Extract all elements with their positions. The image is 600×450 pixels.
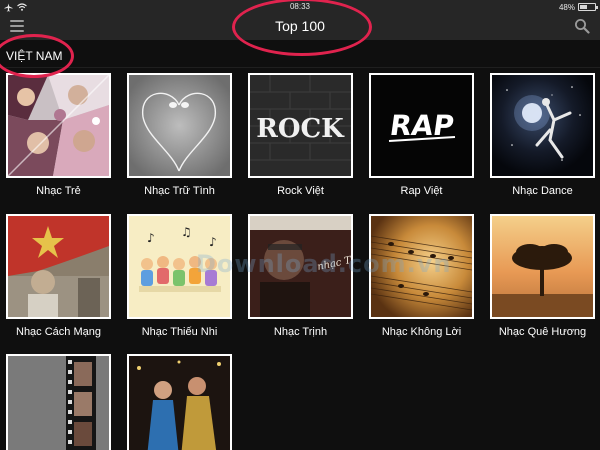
flag-portrait-image: [8, 216, 109, 317]
rap-graffiti-image: RAP: [371, 75, 472, 176]
genre-tile-nhac-trinh[interactable]: nhạc Trịnh Nhạc Trịnh: [248, 214, 353, 338]
genre-label: Nhạc Không Lời: [381, 326, 462, 338]
battery-percent: 48%: [558, 2, 575, 12]
highlight-circle-title: [232, 0, 372, 56]
earphones-heart-image: [129, 75, 230, 176]
genre-tile-nhac-cach-mang[interactable]: Nhạc Cách Mạng: [6, 214, 111, 338]
kids-singing-image: ♪ ♫ ♪: [129, 216, 230, 317]
genre-label: Rap Việt: [400, 185, 443, 197]
genre-tile-stage[interactable]: [127, 354, 232, 450]
genre-label: Nhạc Trữ Tình: [144, 185, 215, 197]
genre-cover: ROCK: [248, 73, 353, 178]
svg-text:ROCK: ROCK: [256, 114, 345, 144]
genre-cover: [490, 214, 595, 319]
tree-sunset-image: [492, 216, 593, 317]
film-strip-image: [8, 356, 109, 450]
battery-level: [580, 5, 587, 9]
genre-tile-nhac-khong-loi[interactable]: Nhạc Không Lời: [369, 214, 474, 338]
genre-cover: ♪ ♫ ♪: [127, 214, 232, 319]
genre-cover: [490, 73, 595, 178]
svg-text:♫: ♫: [181, 225, 192, 239]
genre-label: Nhạc Quê Hương: [498, 326, 587, 338]
genre-tile-nhac-que-huong[interactable]: Nhạc Quê Hương: [490, 214, 595, 338]
collage-image: [8, 75, 109, 176]
rock-brick-wall-image: ROCK: [250, 75, 351, 176]
highlight-circle-section: [0, 34, 74, 78]
genre-label: Nhạc Dance: [512, 185, 573, 197]
genre-cover: [6, 354, 111, 450]
genre-label: Rock Việt: [277, 185, 324, 197]
genre-cover: [6, 214, 111, 319]
genre-tile-rap-viet[interactable]: RAP Rap Việt: [369, 73, 474, 197]
section-divider: [0, 67, 600, 68]
genre-tile-film[interactable]: [6, 354, 111, 450]
genre-label: Nhạc Cách Mạng: [16, 326, 101, 338]
dancer-image: [492, 75, 593, 176]
genre-tile-nhac-tre[interactable]: Nhạc Trẻ: [6, 73, 111, 197]
genre-tile-nhac-dance[interactable]: Nhạc Dance: [490, 73, 595, 197]
status-right: 48%: [558, 1, 598, 13]
genre-cover: [369, 214, 474, 319]
genre-label: Nhạc Trịnh: [273, 326, 328, 338]
genre-cover: nhạc Trịnh: [248, 214, 353, 319]
genre-cover: RAP: [369, 73, 474, 178]
svg-text:♪: ♪: [147, 231, 155, 245]
genre-label: Nhạc Thiếu Nhi: [141, 326, 218, 338]
genre-cover: [127, 354, 232, 450]
search-icon[interactable]: [574, 18, 590, 34]
stage-performers-image: [129, 356, 230, 450]
sheet-music-image: [371, 216, 472, 317]
genre-tile-rock-viet[interactable]: ROCK Rock Việt: [248, 73, 353, 197]
genre-tile-nhac-thieu-nhi[interactable]: ♪ ♫ ♪ Nhạc Thiếu Nhi: [127, 214, 232, 338]
trinh-portrait-image: nhạc Trịnh: [250, 216, 351, 317]
genre-cover: [6, 73, 111, 178]
genre-cover: [127, 73, 232, 178]
genre-tile-nhac-tru-tinh[interactable]: Nhạc Trữ Tình: [127, 73, 232, 197]
battery-icon: [578, 3, 598, 11]
svg-text:♪: ♪: [209, 235, 217, 249]
genre-label: Nhạc Trẻ: [36, 185, 81, 197]
